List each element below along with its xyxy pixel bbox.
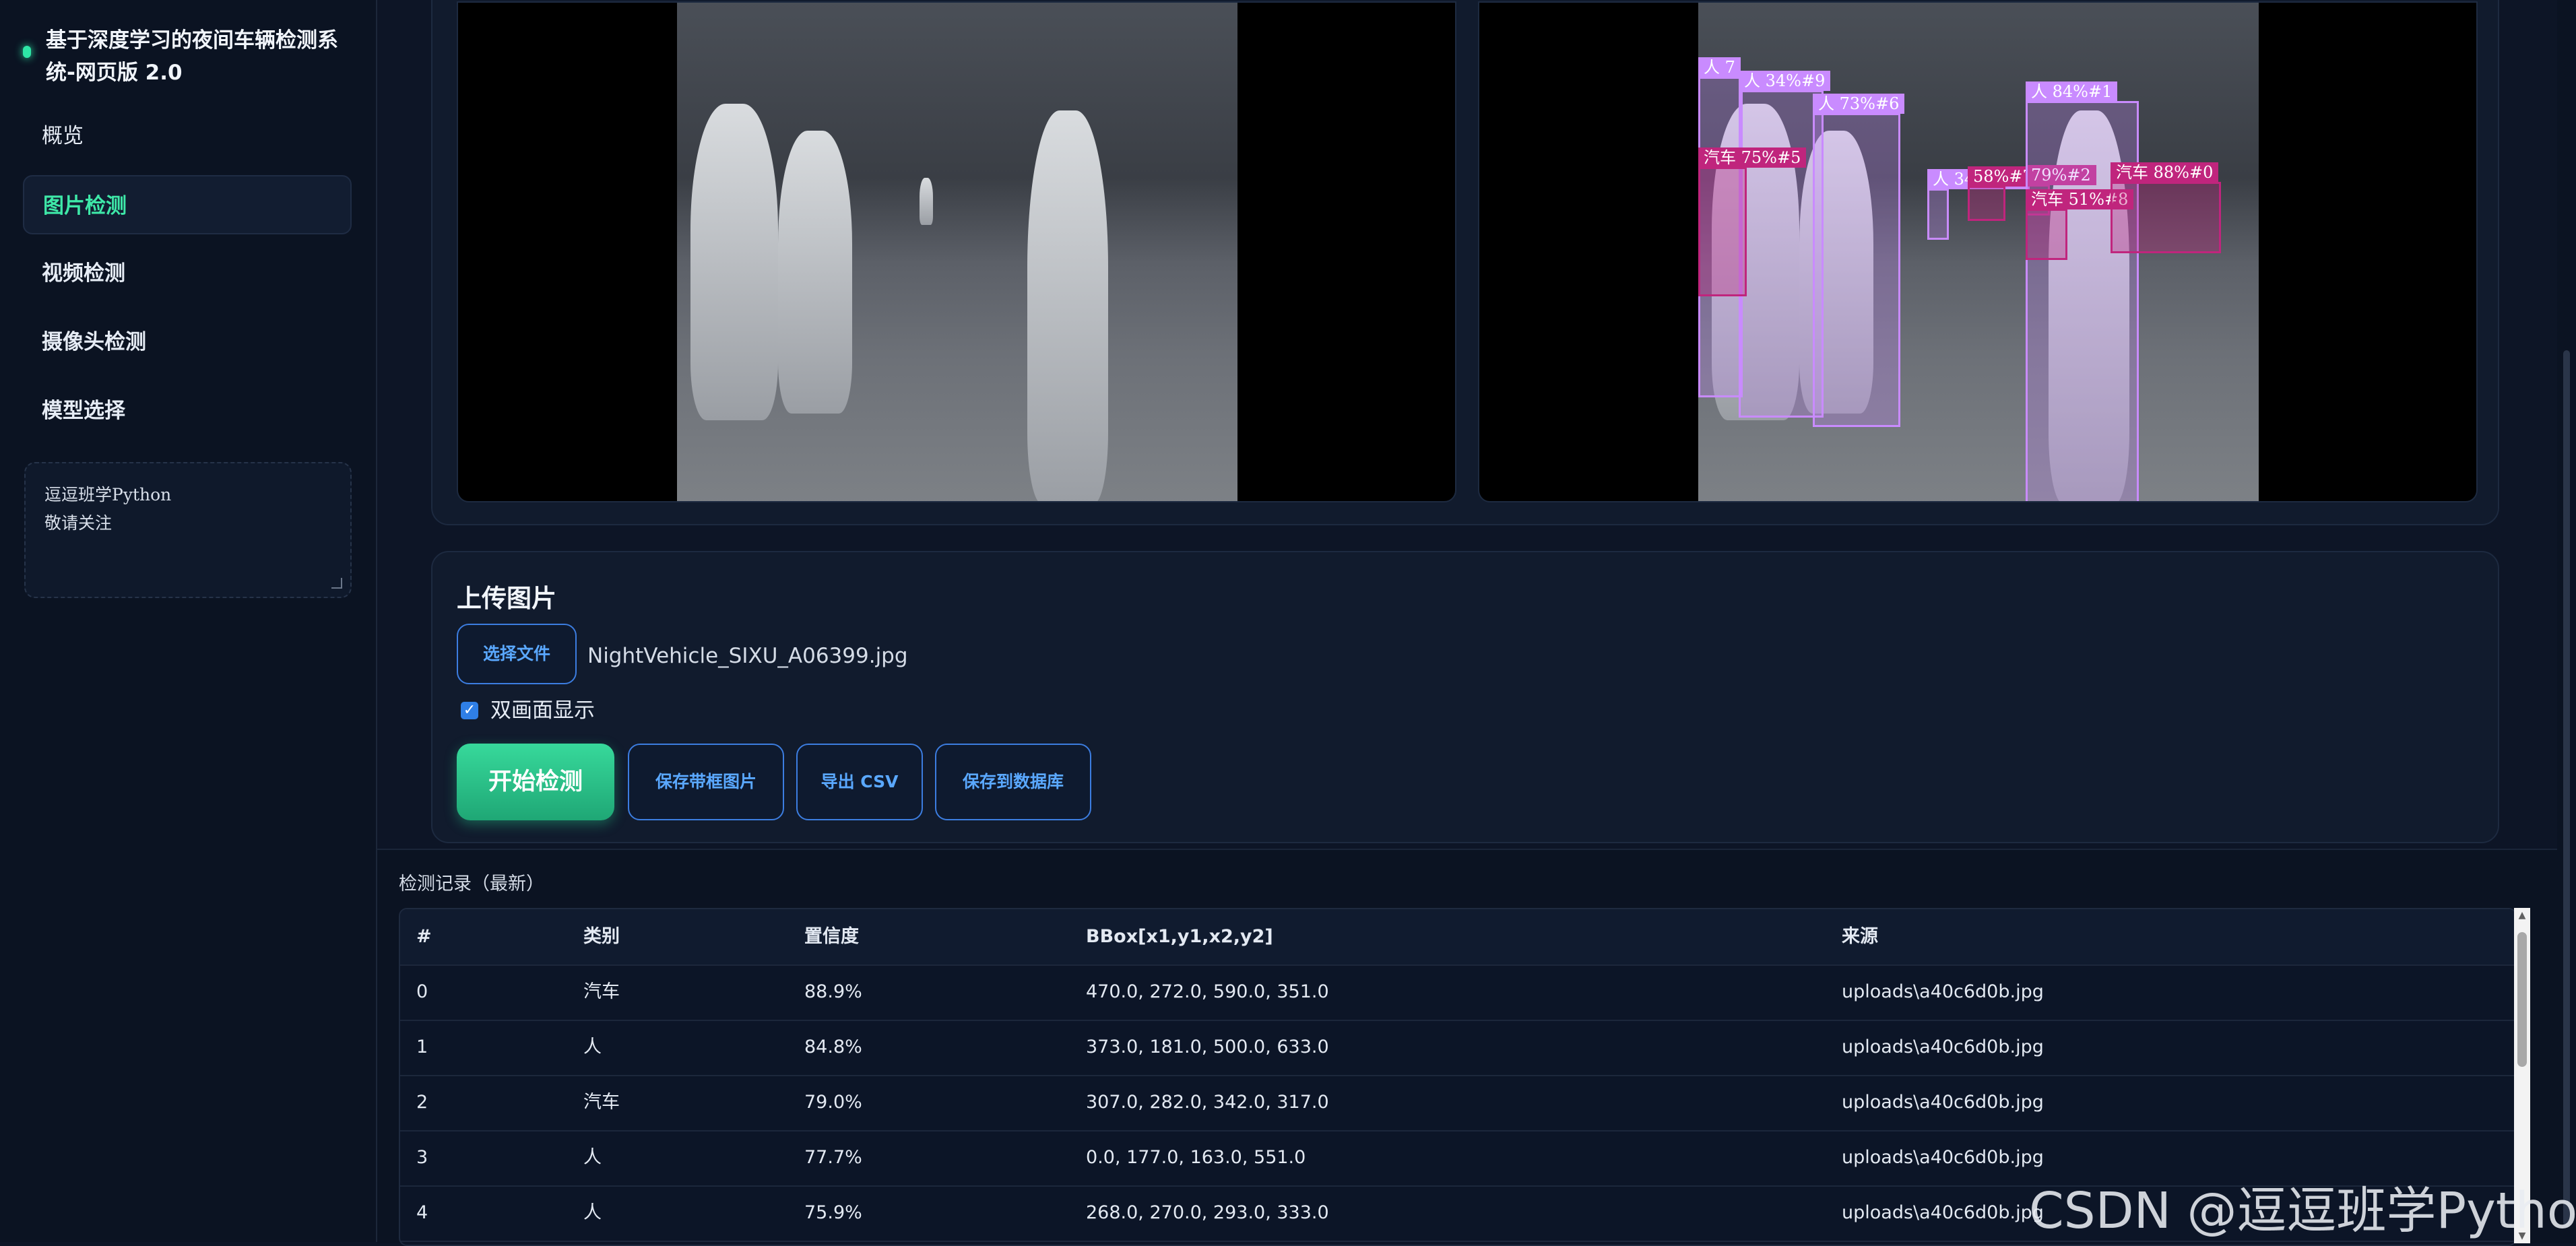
cell-index: 1 bbox=[416, 1037, 428, 1057]
detection-label: 人 34%#9 bbox=[1739, 71, 1831, 91]
resize-handle-icon[interactable] bbox=[331, 578, 342, 589]
detection-box-person: 人 34%#9 bbox=[1739, 71, 1831, 418]
scroll-up-icon[interactable]: ▲ bbox=[2514, 908, 2530, 923]
page-scrollbar[interactable] bbox=[2557, 0, 2576, 1242]
status-dot-icon bbox=[23, 46, 31, 58]
detection-label: 人 84%#1 bbox=[2026, 81, 2118, 102]
detected-photo: 人 7 人 34%#9 人 73%#6 汽车 75%#5 人 34%#10 58… bbox=[1698, 3, 2259, 501]
cell-bbox: 0.0, 177.0, 163.0, 551.0 bbox=[1086, 1147, 1306, 1168]
cell-bbox: 470.0, 272.0, 590.0, 351.0 bbox=[1086, 981, 1329, 1002]
detection-label: 人 7 bbox=[1698, 57, 1741, 77]
cell-confidence: 77.7% bbox=[804, 1147, 862, 1168]
cell-source: uploads\a40c6d0b.jpg bbox=[1842, 981, 2044, 1002]
cell-confidence: 84.8% bbox=[804, 1037, 862, 1057]
preview-panel: 人 7 人 34%#9 人 73%#6 汽车 75%#5 人 34%#10 58… bbox=[431, 0, 2499, 525]
cell-bbox: 268.0, 270.0, 293.0, 333.0 bbox=[1086, 1202, 1329, 1223]
save-boxed-image-button[interactable]: 保存带框图片 bbox=[628, 744, 784, 820]
cell-source: uploads\a40c6d0b.jpg bbox=[1842, 1147, 2044, 1168]
column-header: # bbox=[416, 926, 432, 947]
detection-box-car: 汽车 88%#0 bbox=[2111, 162, 2221, 253]
nav-overview[interactable]: 概览 bbox=[23, 106, 352, 166]
detection-box-car: 58%#7 bbox=[1968, 166, 2038, 221]
detected-image-view: 人 7 人 34%#9 人 73%#6 汽车 75%#5 人 34%#10 58… bbox=[1478, 1, 2478, 502]
file-name: NightVehicle_SIXU_A06399.jpg bbox=[587, 644, 908, 668]
cell-source: uploads\a40c6d0b.jpg bbox=[1842, 1202, 2044, 1223]
detection-label: 人 73%#6 bbox=[1813, 94, 1905, 114]
detection-box-person: 人 73%#6 bbox=[1813, 94, 1905, 427]
cell-class: 人 bbox=[583, 1147, 602, 1168]
figure bbox=[1027, 110, 1108, 501]
figure bbox=[690, 104, 778, 420]
cell-bbox: 373.0, 181.0, 500.0, 633.0 bbox=[1086, 1037, 1329, 1057]
cell-confidence: 75.9% bbox=[804, 1202, 862, 1223]
nav-video-detection[interactable]: 视频检测 bbox=[23, 244, 352, 303]
cell-class: 人 bbox=[583, 1037, 602, 1057]
cell-confidence: 79.0% bbox=[804, 1092, 862, 1113]
sidebar: 基于深度学习的夜间车辆检测系统-网页版 2.0 概览 图片检测 视频检测 摄像头… bbox=[0, 0, 377, 1242]
page-scroll-thumb[interactable] bbox=[2563, 350, 2570, 1226]
watermark: CSDN @逗逗班学Python bbox=[2029, 1182, 2576, 1240]
note-textarea[interactable]: 逗逗班学Python 敬请关注 bbox=[24, 462, 352, 598]
cell-index: 3 bbox=[416, 1147, 428, 1168]
nav-model-select[interactable]: 模型选择 bbox=[23, 381, 352, 440]
dual-view-label[interactable]: 双画面显示 bbox=[490, 696, 595, 725]
note-line: 逗逗班学Python bbox=[44, 485, 172, 504]
table-row[interactable]: 0 汽车 88.9% 470.0, 272.0, 590.0, 351.0 up… bbox=[400, 964, 2515, 1021]
cell-class: 人 bbox=[583, 1202, 602, 1223]
nav-camera-detection[interactable]: 摄像头检测 bbox=[23, 313, 352, 372]
table-header: # 类别 置信度 BBox[x1,y1,x2,y2] 来源 bbox=[400, 909, 2515, 966]
cell-class: 汽车 bbox=[583, 981, 620, 1002]
note-line: 敬请关注 bbox=[44, 513, 112, 533]
table-row[interactable]: 1 人 84.8% 373.0, 181.0, 500.0, 633.0 upl… bbox=[400, 1020, 2515, 1076]
cell-source: uploads\a40c6d0b.jpg bbox=[1842, 1037, 2044, 1057]
detection-label: 汽车 88%#0 bbox=[2111, 162, 2219, 183]
detection-box-car: 汽车 51%#8 bbox=[2026, 189, 2134, 260]
detection-box-person: 人 34%#10 bbox=[1927, 169, 2030, 240]
upload-panel: 上传图片 选择文件 NightVehicle_SIXU_A06399.jpg ✓… bbox=[431, 551, 2499, 843]
cell-confidence: 88.9% bbox=[804, 981, 862, 1002]
nav-image-detection[interactable]: 图片检测 bbox=[23, 175, 352, 234]
detection-box-car: 汽车 75%#5 bbox=[1698, 147, 1807, 296]
column-header: 置信度 bbox=[804, 926, 859, 947]
cell-bbox: 307.0, 282.0, 342.0, 317.0 bbox=[1086, 1092, 1329, 1113]
brand: 基于深度学习的夜间车辆检测系统-网页版 2.0 bbox=[23, 24, 353, 89]
choose-file-button[interactable]: 选择文件 bbox=[457, 624, 577, 684]
table-row[interactable]: 2 汽车 79.0% 307.0, 282.0, 342.0, 317.0 up… bbox=[400, 1075, 2515, 1132]
detection-box-person: 人 84%#1 bbox=[2026, 81, 2139, 501]
save-to-database-button[interactable]: 保存到数据库 bbox=[935, 744, 1091, 820]
cell-index: 2 bbox=[416, 1092, 428, 1113]
cell-class: 汽车 bbox=[583, 1092, 620, 1113]
cell-index: 0 bbox=[416, 981, 428, 1002]
app-title: 基于深度学习的夜间车辆检测系统-网页版 2.0 bbox=[46, 28, 338, 85]
figure bbox=[778, 131, 852, 414]
cell-index: 4 bbox=[416, 1202, 428, 1223]
column-header: BBox[x1,y1,x2,y2] bbox=[1086, 926, 1273, 947]
original-photo bbox=[677, 3, 1237, 501]
dual-view-checkbox[interactable]: ✓ bbox=[461, 702, 478, 719]
export-csv-button[interactable]: 导出 CSV bbox=[796, 744, 923, 820]
start-detection-button[interactable]: 开始检测 bbox=[457, 744, 614, 820]
detection-label: 汽车 75%#5 bbox=[1698, 147, 1807, 168]
figure bbox=[920, 178, 933, 225]
column-header: 类别 bbox=[583, 926, 620, 947]
column-header: 来源 bbox=[1842, 926, 1878, 947]
table-scroll-thumb[interactable] bbox=[2517, 932, 2527, 1067]
records-title: 检测记录（最新） bbox=[399, 874, 544, 894]
cell-source: uploads\a40c6d0b.jpg bbox=[1842, 1092, 2044, 1113]
upload-title: 上传图片 bbox=[457, 584, 556, 613]
original-image-view bbox=[457, 1, 1456, 502]
